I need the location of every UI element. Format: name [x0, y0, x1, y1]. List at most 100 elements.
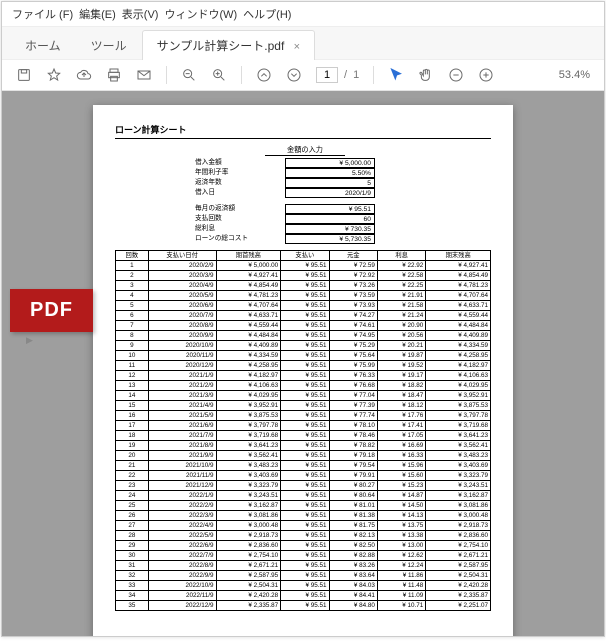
table-cell: ¥ 4,182.97 [216, 371, 281, 381]
table-cell: 4 [116, 291, 149, 301]
label-interest: 総利息 [195, 224, 285, 234]
table-cell: 2022/7/9 [148, 551, 216, 561]
table-cell: ¥ 2,251.07 [426, 601, 491, 611]
table-cell: ¥ 82.50 [329, 541, 377, 551]
table-row: 122021/1/9¥ 4,182.97¥ 95.51¥ 76.33¥ 19.1… [116, 371, 491, 381]
table-row: 202021/9/9¥ 3,562.41¥ 95.51¥ 79.18¥ 16.3… [116, 451, 491, 461]
table-cell: ¥ 2,420.28 [216, 591, 281, 601]
table-row: 12020/2/9¥ 5,000.00¥ 95.51¥ 72.59¥ 22.92… [116, 261, 491, 271]
table-cell: 25 [116, 501, 149, 511]
zoom-out-search-icon[interactable] [181, 67, 197, 83]
table-cell: ¥ 3,081.86 [216, 511, 281, 521]
table-row: 52020/6/9¥ 4,707.64¥ 95.51¥ 73.93¥ 21.58… [116, 301, 491, 311]
table-cell: 2021/9/9 [148, 451, 216, 461]
page-current-input[interactable] [316, 67, 338, 83]
pointer-tool-icon[interactable] [388, 67, 404, 83]
tab-close-icon[interactable]: × [294, 41, 300, 53]
table-row: 162021/5/9¥ 3,875.53¥ 95.51¥ 77.74¥ 17.7… [116, 411, 491, 421]
table-cell: ¥ 17.76 [377, 411, 425, 421]
table-cell: ¥ 4,633.71 [426, 301, 491, 311]
table-row: 82020/9/9¥ 4,484.84¥ 95.51¥ 74.95¥ 20.56… [116, 331, 491, 341]
menu-help[interactable]: ヘルプ(H) [243, 6, 291, 22]
table-cell: ¥ 73.93 [329, 301, 377, 311]
zoom-level[interactable]: 53.4% [559, 69, 590, 81]
table-cell: ¥ 19.52 [377, 361, 425, 371]
table-cell: ¥ 18.82 [377, 381, 425, 391]
table-cell: 2022/9/9 [148, 571, 216, 581]
table-cell: 2020/5/9 [148, 291, 216, 301]
menu-file[interactable]: ファイル (F) [12, 6, 73, 22]
table-cell: 6 [116, 311, 149, 321]
table-cell: 19 [116, 441, 149, 451]
table-cell: ¥ 78.82 [329, 441, 377, 451]
table-cell: ¥ 14.50 [377, 501, 425, 511]
table-cell: ¥ 4,559.44 [426, 311, 491, 321]
table-row: 42020/5/9¥ 4,781.23¥ 95.51¥ 73.59¥ 21.91… [116, 291, 491, 301]
table-row: 102020/11/9¥ 4,334.59¥ 95.51¥ 75.64¥ 19.… [116, 351, 491, 361]
tab-tool[interactable]: ツール [76, 30, 142, 60]
table-cell: 2020/11/9 [148, 351, 216, 361]
table-cell: ¥ 3,162.87 [426, 491, 491, 501]
menu-edit[interactable]: 編集(E) [79, 6, 116, 22]
table-cell: 5 [116, 301, 149, 311]
table-cell: ¥ 4,484.84 [426, 321, 491, 331]
menu-window[interactable]: ウィンドウ(W) [164, 6, 237, 22]
table-header: 期末残高 [426, 251, 491, 261]
zoom-in-icon[interactable] [478, 67, 494, 83]
table-cell: ¥ 95.51 [281, 501, 329, 511]
table-cell: ¥ 4,258.95 [216, 361, 281, 371]
table-cell: ¥ 11.86 [377, 571, 425, 581]
table-header: 元金 [329, 251, 377, 261]
table-cell: ¥ 2,587.95 [426, 561, 491, 571]
table-cell: ¥ 75.64 [329, 351, 377, 361]
menu-view[interactable]: 表示(V) [122, 6, 159, 22]
label-years: 返済年数 [195, 178, 285, 188]
table-cell: ¥ 95.51 [281, 491, 329, 501]
value-years: 5 [285, 178, 375, 188]
table-cell: ¥ 95.51 [281, 371, 329, 381]
table-cell: 2020/10/9 [148, 341, 216, 351]
table-row: 282022/5/9¥ 2,918.73¥ 95.51¥ 82.13¥ 13.3… [116, 531, 491, 541]
hand-tool-icon[interactable] [418, 67, 434, 83]
page-down-icon[interactable] [286, 67, 302, 83]
table-cell: ¥ 4,781.23 [216, 291, 281, 301]
table-row: 192021/8/9¥ 3,641.23¥ 95.51¥ 78.82¥ 16.6… [116, 441, 491, 451]
table-cell: 2 [116, 271, 149, 281]
table-cell: ¥ 2,587.95 [216, 571, 281, 581]
table-cell: 35 [116, 601, 149, 611]
label-amount: 借入金額 [195, 158, 285, 168]
table-row: 32020/4/9¥ 4,854.49¥ 95.51¥ 73.26¥ 22.25… [116, 281, 491, 291]
save-icon[interactable] [16, 67, 32, 83]
table-cell: 2020/3/9 [148, 271, 216, 281]
page-up-icon[interactable] [256, 67, 272, 83]
table-cell: 2021/6/9 [148, 421, 216, 431]
value-interest: ¥ 730.35 [285, 224, 375, 234]
table-cell: ¥ 2,335.87 [426, 591, 491, 601]
table-row: 72020/8/9¥ 4,559.44¥ 95.51¥ 74.61¥ 20.90… [116, 321, 491, 331]
table-cell: 2020/9/9 [148, 331, 216, 341]
table-cell: 1 [116, 261, 149, 271]
table-cell: ¥ 21.58 [377, 301, 425, 311]
table-cell: ¥ 3,000.48 [426, 511, 491, 521]
zoom-out-icon[interactable] [448, 67, 464, 83]
table-cell: 29 [116, 541, 149, 551]
table-row: 132021/2/9¥ 4,106.63¥ 95.51¥ 76.68¥ 18.8… [116, 381, 491, 391]
table-cell: ¥ 95.51 [281, 461, 329, 471]
table-cell: 2022/3/9 [148, 511, 216, 521]
table-cell: 2022/10/9 [148, 581, 216, 591]
zoom-in-search-icon[interactable] [211, 67, 227, 83]
table-cell: ¥ 80.27 [329, 481, 377, 491]
tab-home[interactable]: ホーム [10, 30, 76, 60]
table-cell: 2021/4/9 [148, 401, 216, 411]
table-cell: ¥ 4,106.63 [426, 371, 491, 381]
value-total: ¥ 5,730.35 [285, 234, 375, 244]
mail-icon[interactable] [136, 67, 152, 83]
print-icon[interactable] [106, 67, 122, 83]
star-icon[interactable] [46, 67, 62, 83]
tab-document[interactable]: サンプル計算シート.pdf × [142, 30, 315, 60]
table-cell: ¥ 4,409.89 [426, 331, 491, 341]
table-cell: ¥ 4,258.95 [426, 351, 491, 361]
table-cell: ¥ 14.87 [377, 491, 425, 501]
table-cell: ¥ 4,559.44 [216, 321, 281, 331]
cloud-upload-icon[interactable] [76, 67, 92, 83]
